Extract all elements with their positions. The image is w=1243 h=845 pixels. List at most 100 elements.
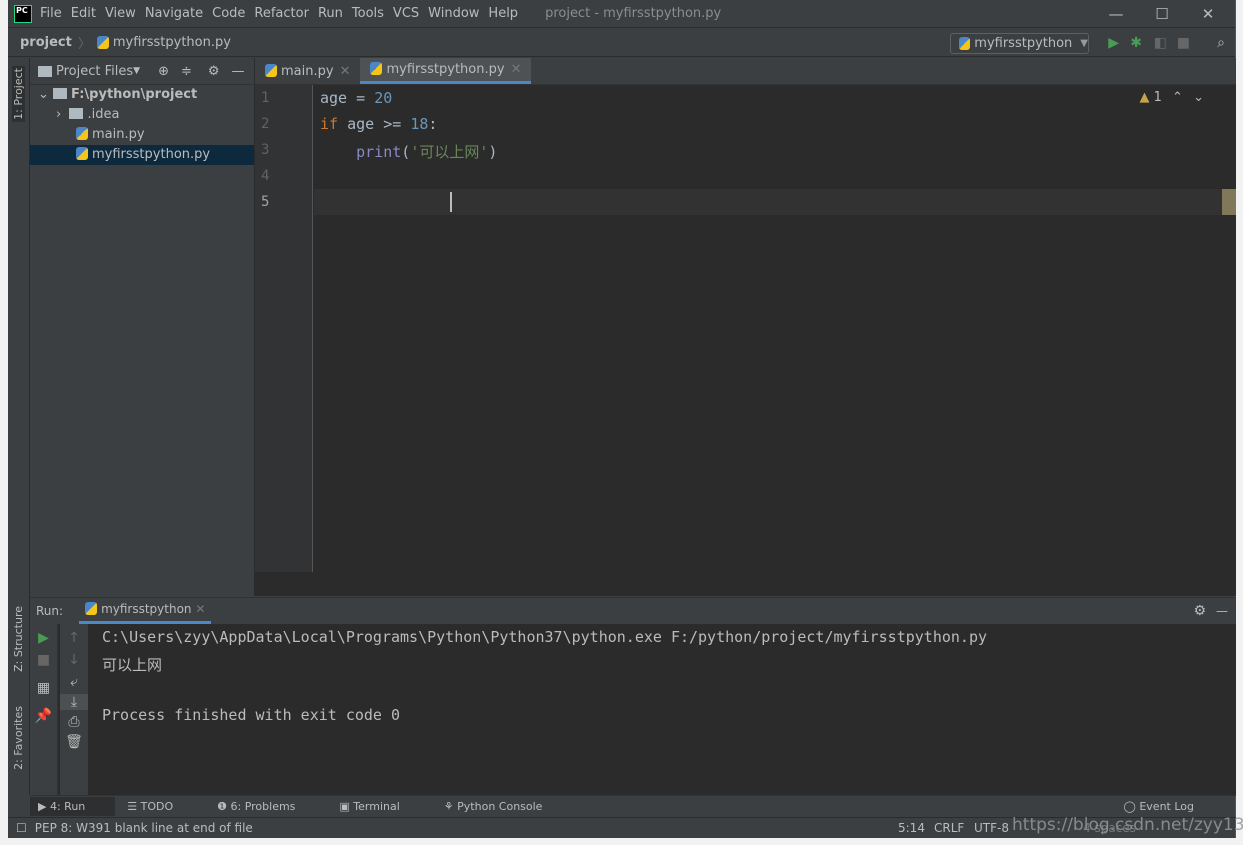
close-icon[interactable]: ✕ — [195, 602, 205, 616]
text-caret — [450, 192, 452, 212]
panel-toggle-icon[interactable]: ☐ — [16, 821, 27, 835]
tool-tab-structure[interactable]: Z: Structure — [12, 606, 25, 672]
close-icon[interactable]: ✕ — [340, 64, 351, 79]
soft-wrap-icon[interactable]: ⤶ — [60, 674, 88, 690]
python-icon — [959, 37, 971, 50]
tree-item-myfirsstpython[interactable]: myfirsstpython.py — [30, 145, 254, 165]
arrow-up-icon[interactable]: ↑ — [60, 630, 88, 646]
tab-label: myfirsstpython.py — [386, 62, 505, 77]
run-config-label: myfirsstpython — [974, 36, 1073, 51]
folder-icon — [53, 88, 68, 99]
chevron-down-icon: ▼ — [133, 66, 141, 76]
maximize-button[interactable]: ☐ — [1139, 0, 1185, 28]
breadcrumb-file[interactable]: myfirsstpython.py — [113, 35, 231, 50]
hide-icon[interactable]: — — [232, 64, 245, 79]
navigation-bar: project 〉 myfirsstpython.py myfirsstpytho… — [8, 29, 1235, 57]
watermark: https://blog.csdn.net/zyy130988 — [1012, 815, 1243, 835]
tree-item-label: myfirsstpython.py — [92, 147, 211, 162]
gear-icon[interactable]: ⚙ — [208, 64, 220, 79]
warnings-indicator[interactable]: ▲ 1 ⌃ ⌄ — [1139, 90, 1204, 105]
menu-code[interactable]: Code — [212, 6, 245, 21]
collapse-icon[interactable]: ≑ — [181, 64, 192, 79]
run-config-select[interactable]: myfirsstpython ▼ — [950, 33, 1089, 54]
menu-edit[interactable]: Edit — [71, 6, 96, 21]
print-icon[interactable]: ⎙ — [60, 714, 88, 730]
folder-icon — [38, 65, 52, 77]
status-message: PEP 8: W391 blank line at end of file — [34, 821, 253, 835]
minimize-button[interactable]: — — [1093, 0, 1139, 28]
breadcrumb-project[interactable]: project — [20, 35, 72, 50]
left-tool-strip: 1: Project Z: Structure 2: Favorites — [8, 58, 30, 795]
line-number: 1 — [261, 90, 270, 106]
code-line-2: if age >= 18: — [320, 115, 438, 133]
run-panel: Run: myfirsstpython ✕ ⚙ — ▶ ■ ▦ 📌 ↑ ↓ ⤶ ⤓… — [30, 597, 1236, 796]
tab-myfirsstpython-py[interactable]: myfirsstpython.py ✕ — [360, 58, 532, 84]
warning-icon: ▲ — [1139, 90, 1150, 105]
trash-icon[interactable]: 🗑 — [60, 734, 88, 750]
warning-count: 1 — [1153, 90, 1162, 105]
tool-tab-terminal[interactable]: ▣ Terminal — [339, 800, 421, 813]
pycharm-logo: PC — [14, 4, 32, 23]
layout-icon[interactable]: ▦ — [30, 680, 57, 696]
python-file-icon — [370, 62, 383, 75]
event-log-button[interactable]: ◯ Event Log — [1124, 800, 1216, 813]
close-icon[interactable]: ✕ — [511, 62, 522, 77]
tool-tab-todo[interactable]: ☰ TODO — [127, 800, 195, 813]
locate-icon[interactable]: ⊕ — [158, 64, 169, 79]
menu-tools[interactable]: Tools — [352, 6, 384, 21]
menu-help[interactable]: Help — [488, 6, 518, 21]
encoding[interactable]: UTF-8 — [974, 821, 1009, 835]
caret-position[interactable]: 5:14 — [898, 821, 925, 835]
arrow-down-icon[interactable]: ↓ — [60, 652, 88, 668]
chevron-down-icon[interactable]: ⌄ — [1193, 90, 1204, 105]
run-icon[interactable]: ▶ — [1108, 35, 1119, 51]
rerun-icon[interactable]: ▶ — [30, 630, 57, 646]
menu-file[interactable]: File — [40, 6, 62, 21]
scroll-to-end-icon[interactable]: ⤓ — [60, 694, 88, 710]
tree-item-root[interactable]: ⌄ F:\python\project — [30, 85, 254, 105]
tool-tab-problems[interactable]: ❶ 6: Problems — [217, 800, 317, 813]
code-line-1: age = 20 — [320, 89, 393, 107]
tool-tab-project[interactable]: 1: Project — [12, 66, 25, 122]
menu-navigate[interactable]: Navigate — [145, 6, 203, 21]
gear-icon[interactable]: ⚙ — [1193, 603, 1206, 619]
hide-icon[interactable]: — — [1216, 604, 1228, 618]
current-line-highlight — [314, 189, 1236, 215]
line-separator[interactable]: CRLF — [934, 821, 964, 835]
menu-run[interactable]: Run — [318, 6, 343, 21]
tree-item-main[interactable]: main.py — [30, 125, 254, 145]
tab-main-py[interactable]: main.py ✕ — [255, 58, 360, 84]
tree-item-idea[interactable]: › .idea — [30, 105, 254, 125]
tree-item-label: F:\python\project — [71, 87, 198, 102]
tab-label: main.py — [281, 64, 334, 79]
menu-bar: File Edit View Navigate Code Refactor Run Tools… — [40, 6, 527, 21]
menu-refactor[interactable]: Refactor — [254, 6, 309, 21]
python-icon — [85, 602, 98, 615]
stop-icon[interactable]: ■ — [1177, 35, 1190, 51]
tool-tab-favorites[interactable]: 2: Favorites — [12, 706, 25, 770]
line-number: 3 — [261, 142, 270, 158]
chevron-down-icon: ⌄ — [38, 87, 49, 102]
line-gutter: 1 2 3 4 5 — [255, 85, 313, 572]
menu-vcs[interactable]: VCS — [393, 6, 419, 21]
scrollbar-marker[interactable] — [1222, 189, 1236, 215]
title-bar: PC File Edit View Navigate Code Refactor Run To… — [8, 0, 1235, 28]
ide-window: PC File Edit View Navigate Code Refactor Run To… — [8, 0, 1236, 838]
coverage-icon[interactable]: ◧ — [1154, 35, 1167, 51]
python-file-icon — [76, 147, 88, 160]
project-view-select[interactable]: Project Files — [56, 64, 133, 79]
search-icon[interactable]: ⌕ — [1217, 35, 1225, 51]
pin-icon[interactable]: 📌 — [30, 708, 57, 724]
chevron-down-icon: ▼ — [1080, 38, 1088, 49]
python-file-icon — [96, 36, 109, 49]
close-button[interactable]: ✕ — [1185, 0, 1231, 28]
tool-tab-run[interactable]: ▶ 4: Run — [30, 797, 116, 816]
tool-tab-python-console[interactable]: ⚘ Python Console — [444, 800, 565, 813]
chevron-up-icon[interactable]: ⌃ — [1172, 90, 1183, 105]
stop-icon[interactable]: ■ — [30, 652, 57, 668]
menu-window[interactable]: Window — [428, 6, 479, 21]
editor[interactable]: main.py ✕ myfirsstpython.py ✕ 1 2 3 4 5 ag… — [255, 58, 1236, 596]
run-tab[interactable]: myfirsstpython ✕ — [79, 598, 212, 624]
menu-view[interactable]: View — [105, 6, 136, 21]
debug-icon[interactable]: ✱ — [1130, 35, 1142, 51]
